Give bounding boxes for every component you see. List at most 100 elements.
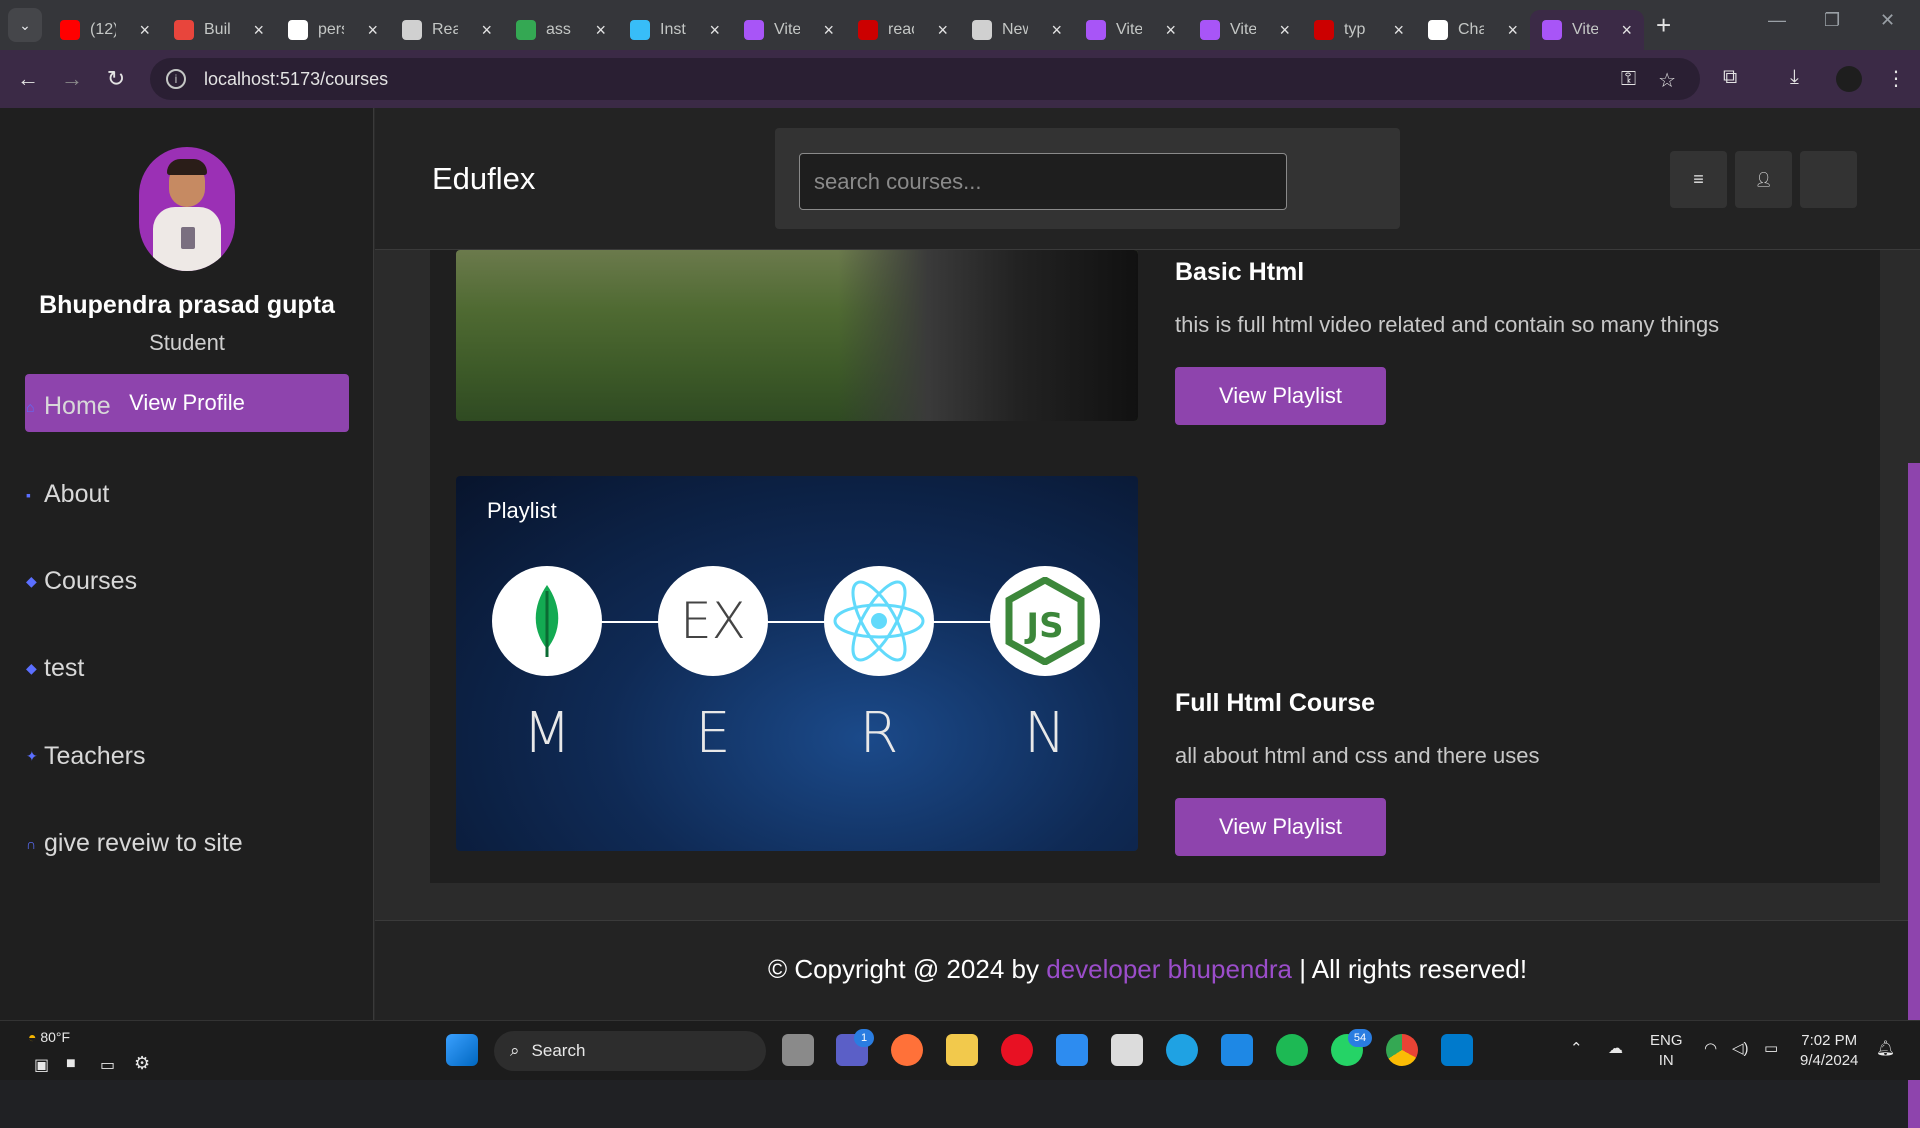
tab-close-icon[interactable]: ×: [1165, 20, 1176, 41]
sidebar-item-teachers[interactable]: ✦ Teachers: [26, 742, 145, 771]
tab-close-icon[interactable]: ×: [823, 20, 834, 41]
browser-tab[interactable]: Buil ×: [162, 10, 276, 50]
clock[interactable]: 7:02 PM 9/4/2024: [1800, 1031, 1858, 1071]
view-playlist-button[interactable]: View Playlist: [1175, 367, 1386, 425]
forward-icon[interactable]: →: [50, 66, 94, 92]
tab-favicon-icon: [1428, 20, 1448, 40]
browser-tab[interactable]: Vite ×: [732, 10, 846, 50]
taskbar-search-label: Search: [531, 1041, 586, 1060]
vscode-icon[interactable]: [1441, 1034, 1473, 1066]
address-bar[interactable]: i localhost:5173/courses ⚿ ☆: [150, 58, 1700, 100]
chevron-down-icon: ⌄: [19, 16, 31, 33]
express-logo: EX: [658, 566, 768, 676]
close-window-icon[interactable]: ✕: [1880, 10, 1895, 31]
browser-tab[interactable]: Rea ×: [390, 10, 504, 50]
menu-dots-icon[interactable]: ⋮: [1886, 66, 1906, 91]
view-playlist-button[interactable]: View Playlist: [1175, 798, 1386, 856]
tab-label: Vite: [1116, 21, 1142, 38]
chrome-icon[interactable]: [1386, 1034, 1418, 1066]
firefox-icon[interactable]: [891, 1034, 923, 1066]
folder-icon[interactable]: ▭: [100, 1055, 115, 1075]
tab-close-icon[interactable]: ×: [1507, 20, 1518, 41]
brand-logo[interactable]: Eduflex: [432, 161, 535, 197]
developer-link[interactable]: developer bhupendra: [1046, 954, 1292, 984]
reload-icon[interactable]: ↻: [94, 66, 138, 92]
store-icon[interactable]: [1111, 1034, 1143, 1066]
sidebar-item-home[interactable]: ⌂ Home: [26, 392, 111, 421]
download-icon[interactable]: ⤓: [1790, 66, 1799, 89]
tab-favicon-icon: [402, 20, 422, 40]
browser-tab[interactable]: New ×: [960, 10, 1074, 50]
tab-close-icon[interactable]: ×: [937, 20, 948, 41]
search-input[interactable]: [799, 153, 1287, 210]
sidebar-item-about[interactable]: ▪ About: [26, 480, 109, 509]
browser-tab[interactable]: pers ×: [276, 10, 390, 50]
sidebar: Bhupendra prasad gupta Student View Prof…: [0, 108, 374, 1020]
taskbar-search[interactable]: ⌕ Search: [494, 1031, 766, 1071]
sidebar-item-courses[interactable]: ◆ Courses: [26, 567, 137, 596]
tab-close-icon[interactable]: ×: [367, 20, 378, 41]
edge-icon[interactable]: [1166, 1034, 1198, 1066]
sidebar-item-give-reveiw-to-site[interactable]: ∩ give reveiw to site: [26, 829, 243, 858]
browser-tab[interactable]: Vite ×: [1530, 10, 1644, 50]
user-button[interactable]: 👤︎: [1735, 151, 1792, 208]
task-view-icon[interactable]: [782, 1034, 814, 1066]
profile-avatar[interactable]: [1836, 66, 1862, 92]
browser-tab[interactable]: Inst ×: [618, 10, 732, 50]
file-explorer-icon[interactable]: [946, 1034, 978, 1066]
volume-icon[interactable]: ◁): [1732, 1039, 1749, 1059]
browser-tab[interactable]: Vite ×: [1074, 10, 1188, 50]
user-icon: 👤︎: [1754, 171, 1773, 187]
tab-close-icon[interactable]: ×: [253, 20, 264, 41]
chevron-up-icon[interactable]: ⌃: [1570, 1039, 1583, 1059]
bookmark-star-icon[interactable]: ☆: [1658, 68, 1676, 93]
tab-close-icon[interactable]: ×: [1279, 20, 1290, 41]
onedrive-icon[interactable]: ☁: [1608, 1039, 1623, 1059]
windows-start-icon[interactable]: [446, 1034, 478, 1066]
password-key-icon[interactable]: ⚿: [1621, 68, 1636, 93]
opera-icon[interactable]: [1001, 1034, 1033, 1066]
theme-toggle-button[interactable]: [1800, 151, 1857, 208]
sidebar-item-label: test: [44, 654, 85, 682]
language-indicator[interactable]: ENG IN: [1650, 1031, 1683, 1071]
video-icon[interactable]: ■: [66, 1055, 76, 1073]
browser-tab[interactable]: Cha ×: [1416, 10, 1530, 50]
restore-icon[interactable]: ❐: [1824, 10, 1840, 31]
settings-gear-icon[interactable]: ⚙: [134, 1053, 150, 1074]
remote-desktop-icon[interactable]: [1221, 1034, 1253, 1066]
todo-icon[interactable]: [1056, 1034, 1088, 1066]
tab-strip: ⌄ (12) × Buil × pers × Rea × ass × Inst × Vite × reac ×…: [0, 0, 1920, 50]
notification-bell-icon[interactable]: 🔔︎: [1876, 1039, 1895, 1059]
tab-close-icon[interactable]: ×: [481, 20, 492, 41]
tab-search-button[interactable]: ⌄: [8, 8, 42, 42]
back-icon[interactable]: ←: [6, 66, 50, 92]
tab-close-icon[interactable]: ×: [139, 20, 150, 41]
minimize-icon[interactable]: —: [1768, 10, 1786, 31]
browser-tab[interactable]: ass ×: [504, 10, 618, 50]
weather-widget[interactable]: ◓ 80°F: [28, 1029, 70, 1045]
battery-icon[interactable]: ▭: [1764, 1039, 1778, 1059]
url-text: localhost:5173/courses: [204, 68, 389, 89]
new-tab-button[interactable]: +: [1656, 10, 1671, 41]
wifi-icon[interactable]: ◠: [1704, 1039, 1717, 1059]
camera-icon[interactable]: ▣: [34, 1055, 49, 1075]
tab-close-icon[interactable]: ×: [1393, 20, 1404, 41]
browser-tab[interactable]: typ ×: [1302, 10, 1416, 50]
browser-tab[interactable]: Vite ×: [1188, 10, 1302, 50]
browser-tab[interactable]: (12) ×: [48, 10, 162, 50]
footer: © Copyright @ 2024 by developer bhupendr…: [375, 920, 1920, 1020]
course-thumbnail[interactable]: Playlist EX JS M E R N: [456, 476, 1138, 851]
sidebar-item-test[interactable]: ◆ test: [26, 654, 84, 683]
menu-button[interactable]: ≡: [1670, 151, 1727, 208]
tab-close-icon[interactable]: ×: [1621, 20, 1632, 41]
course-thumbnail[interactable]: [456, 250, 1138, 421]
extensions-icon[interactable]: ⧉: [1723, 66, 1737, 89]
browser-tab[interactable]: reac ×: [846, 10, 960, 50]
tab-close-icon[interactable]: ×: [1051, 20, 1062, 41]
site-info-icon[interactable]: i: [166, 69, 186, 89]
course-description: this is full html video related and cont…: [1175, 312, 1720, 337]
spotify-icon[interactable]: [1276, 1034, 1308, 1066]
nodejs-hexagon-icon: JS: [990, 566, 1100, 676]
tab-close-icon[interactable]: ×: [709, 20, 720, 41]
tab-close-icon[interactable]: ×: [595, 20, 606, 41]
